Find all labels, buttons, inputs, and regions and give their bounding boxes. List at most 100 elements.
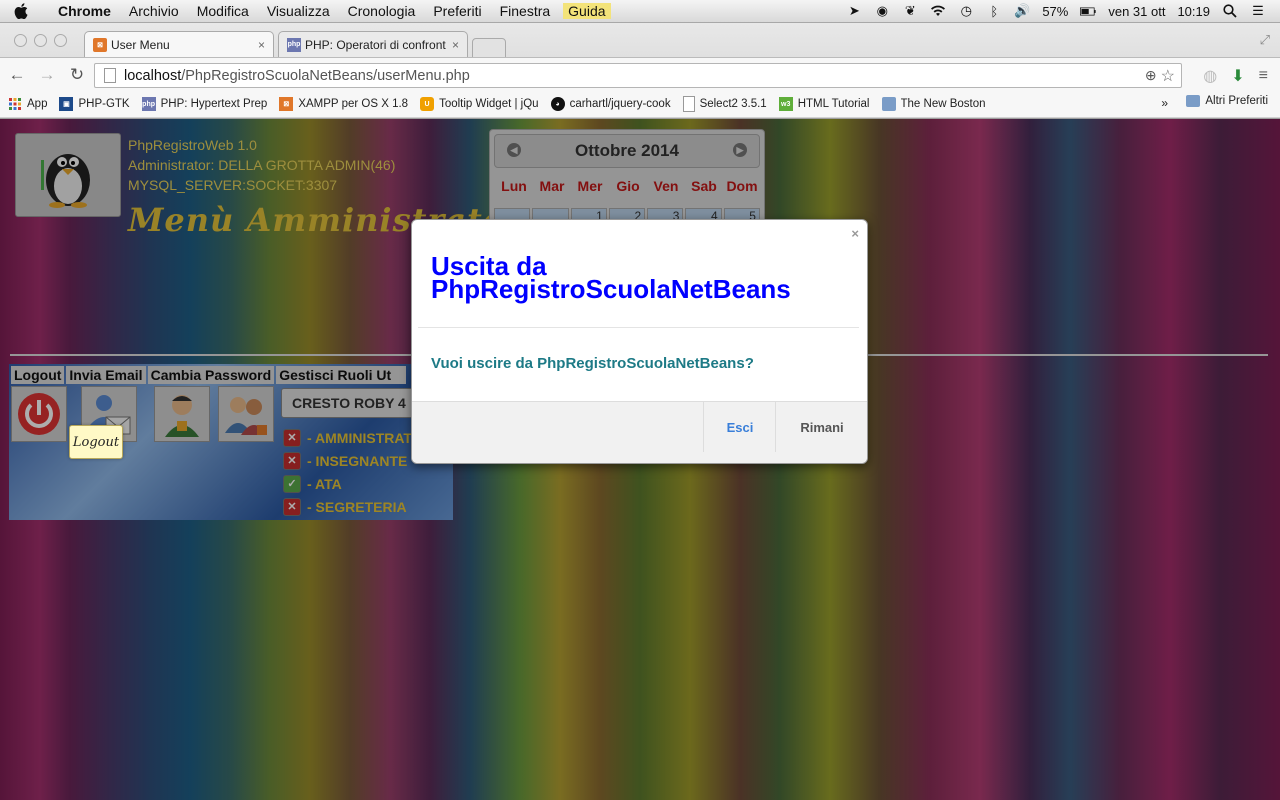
power-icon [18, 393, 60, 435]
confirm-exit-button[interactable]: Esci [703, 402, 776, 452]
menubar-date[interactable]: ven 31 ott [1108, 4, 1165, 19]
xampp-favicon-icon: ⊠ [279, 97, 294, 111]
users-group-icon [225, 397, 267, 435]
dialog-message: Vuoi uscire da PhpRegistroScuolaNetBeans… [431, 355, 754, 372]
minimize-window-button[interactable] [34, 34, 47, 47]
close-tab-icon[interactable]: × [452, 38, 459, 52]
wifi-icon[interactable] [930, 3, 946, 19]
role-insegnante[interactable]: ✕ - INSEGNANTE [283, 449, 412, 472]
app-name: PhpRegistroWeb 1.0 [128, 137, 257, 153]
time-machine-icon[interactable]: ◷ [958, 3, 974, 19]
w3schools-icon: w3 [778, 97, 793, 111]
checked-check-icon[interactable]: ✓ [283, 474, 301, 493]
forward-arrow-icon[interactable]: → [38, 65, 56, 85]
menu-chrome[interactable]: Chrome [58, 3, 111, 19]
logout-confirm-dialog: × Uscita da PhpRegistroScuolaNetBeans Vu… [411, 219, 868, 464]
bookmark-star-icon[interactable]: ☆ [1161, 66, 1175, 86]
close-window-button[interactable] [14, 34, 27, 47]
role-segreteria[interactable]: ✕ - SEGRETERIA [283, 495, 412, 518]
bookmark-select2[interactable]: Select2 3.5.1 [682, 96, 767, 112]
unchecked-x-icon[interactable]: ✕ [283, 428, 301, 447]
menu-archivio[interactable]: Archivio [129, 3, 179, 19]
bookmark-php-hypertext[interactable]: php PHP: Hypertext Prep [141, 97, 267, 111]
logout-button[interactable] [11, 386, 67, 442]
weekday-label: Mer [577, 178, 603, 194]
new-tab-button[interactable] [472, 38, 506, 58]
folder-icon [1186, 95, 1201, 107]
close-icon[interactable]: × [851, 226, 859, 241]
menu-preferiti[interactable]: Preferiti [433, 3, 481, 19]
tab-user-menu[interactable]: ⊠ User Menu × [84, 31, 274, 57]
bluetooth-icon[interactable]: ᛒ [986, 3, 1002, 19]
other-bookmarks[interactable]: Altri Preferiti [1186, 95, 1268, 107]
bookmarks-bar: App ▣ PHP-GTK php PHP: Hypertext Prep ⊠ … [0, 91, 1280, 117]
reload-icon[interactable]: ↻ [68, 65, 86, 85]
bookmark-tooltip-widget[interactable]: U Tooltip Widget | jQu [420, 97, 539, 111]
header-gestisci-ruoli: Gestisci Ruoli Ut [276, 366, 407, 384]
next-month-icon[interactable]: ▶ [733, 143, 747, 157]
change-password-button[interactable] [154, 386, 210, 442]
unchecked-x-icon[interactable]: ✕ [283, 451, 301, 470]
prev-month-icon[interactable]: ◀ [507, 143, 521, 157]
selected-user: CRESTO ROBY 4 [292, 395, 406, 411]
download-icon[interactable]: ⬇ [1231, 66, 1244, 86]
header-invia-email: Invia Email [66, 366, 146, 384]
calendar-month: Ottobre 2014 [575, 141, 679, 160]
app-info: PhpRegistroWeb 1.0 Administrator: DELLA … [128, 135, 395, 195]
macos-menu-bar: Chrome Archivio Modifica Visualizza Cron… [0, 0, 1280, 23]
record-icon[interactable]: ◉ [874, 3, 890, 19]
stay-button[interactable]: Rimani [775, 402, 868, 452]
php-favicon-icon: php [141, 97, 156, 111]
tux-logo [15, 133, 121, 217]
address-bar[interactable]: localhost /PhpRegistroScuolaNetBeans/use… [94, 63, 1182, 88]
bookmark-html-tutorial[interactable]: w3 HTML Tutorial [778, 97, 870, 111]
bookmark-the-new-boston[interactable]: The New Boston [881, 97, 986, 111]
bookmark-jquery-cookie[interactable]: ◕ carhartl/jquery-cook [550, 97, 671, 111]
bookmark-app[interactable]: App [8, 97, 47, 111]
jquery-ui-icon: U [420, 97, 435, 111]
tab-title: User Menu [111, 37, 170, 52]
page-icon [104, 68, 116, 83]
back-arrow-icon[interactable]: ← [8, 65, 26, 85]
menubar-time[interactable]: 10:19 [1177, 4, 1210, 19]
github-icon: ◕ [550, 97, 565, 111]
logout-tooltip: Logout [69, 425, 123, 459]
chrome-menu-icon[interactable]: ≡ [1259, 67, 1268, 85]
manage-roles-button[interactable] [218, 386, 274, 442]
xampp-favicon-icon: ⊠ [93, 37, 107, 52]
fullscreen-icon[interactable]: ⤢ [1260, 32, 1270, 48]
close-tab-icon[interactable]: × [258, 38, 265, 52]
location-icon[interactable]: ➤ [846, 3, 862, 19]
bookmarks-overflow-chevron[interactable]: » [1161, 96, 1168, 110]
spotlight-icon[interactable] [1222, 3, 1238, 19]
evernote-icon[interactable]: ❦ [902, 3, 918, 19]
extension-icon[interactable]: ◍ [1203, 66, 1217, 86]
weekday-label: Lun [501, 178, 527, 194]
calendar-weekdays: Lun Mar Mer Gio Ven Sab Dom [496, 178, 760, 194]
battery-icon[interactable] [1080, 3, 1096, 19]
calendar-header: ◀ Ottobre 2014 ▶ [494, 134, 760, 168]
bookmark-php-gtk[interactable]: ▣ PHP-GTK [59, 97, 130, 111]
menu-guida[interactable]: Guida [563, 3, 611, 19]
tab-php-operatori[interactable]: php PHP: Operatori di confronto × [278, 31, 468, 57]
battery-percentage[interactable]: 57% [1042, 4, 1068, 19]
bookmark-xampp[interactable]: ⊠ XAMPP per OS X 1.8 [279, 97, 408, 111]
apple-icon[interactable] [14, 3, 32, 19]
notification-center-icon[interactable]: ☰ [1250, 3, 1266, 19]
zoom-window-button[interactable] [54, 34, 67, 47]
url-path: /PhpRegistroScuolaNetBeans/userMenu.php [181, 67, 470, 84]
window-controls [14, 34, 67, 47]
menu-visualizza[interactable]: Visualizza [267, 3, 330, 19]
weekday-label: Mar [539, 178, 565, 194]
zoom-icon[interactable]: ⊕ [1145, 67, 1157, 84]
menu-finestra[interactable]: Finestra [500, 3, 551, 19]
role-amministratore[interactable]: ✕ - AMMINISTRAT [283, 426, 412, 449]
weekday-label: Gio [616, 178, 640, 194]
dialog-title: Uscita da PhpRegistroScuolaNetBeans [431, 251, 791, 304]
unchecked-x-icon[interactable]: ✕ [283, 497, 301, 516]
menu-cronologia[interactable]: Cronologia [348, 3, 416, 19]
role-ata[interactable]: ✓ - ATA [283, 472, 412, 495]
volume-icon[interactable]: 🔊 [1014, 3, 1030, 19]
menu-modifica[interactable]: Modifica [197, 3, 249, 19]
apps-grid-icon [8, 97, 22, 111]
